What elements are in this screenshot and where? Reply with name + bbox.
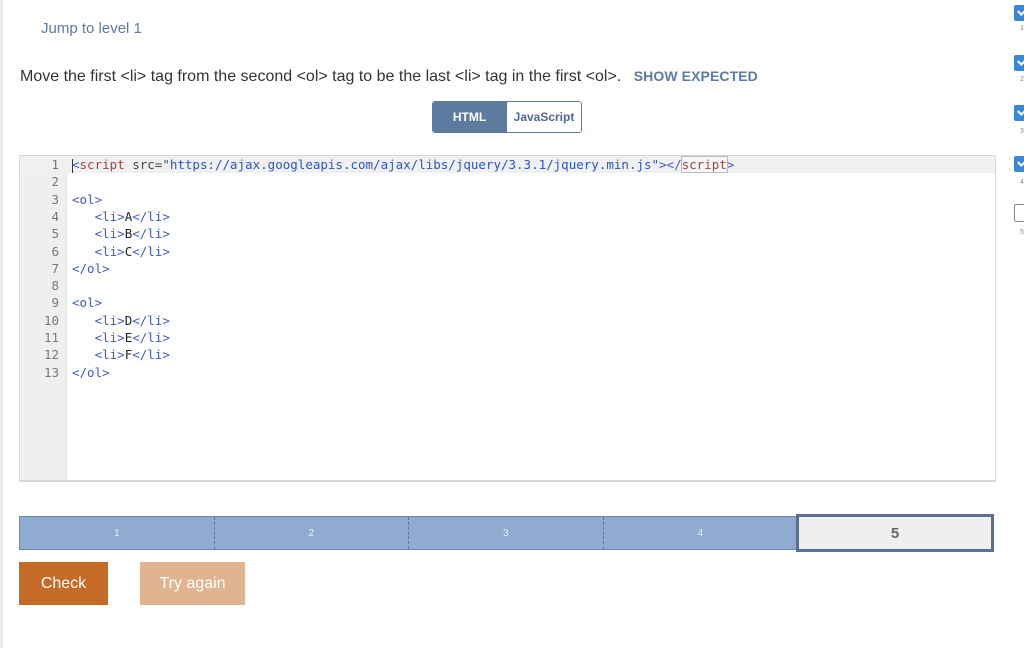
level-checkbox-checked-icon[interactable]	[1014, 5, 1024, 21]
level-number: 2	[1020, 76, 1024, 83]
current-level-segment[interactable]: 5	[796, 514, 994, 552]
code-editor[interactable]: 1 <script src="https://ajax.googleapis.c…	[19, 155, 996, 482]
code-line: 13 </ol>	[20, 364, 995, 381]
code-line: 11 <li>E</li>	[20, 329, 995, 346]
level-segment-2[interactable]: 2	[215, 517, 409, 549]
line-number: 3	[51, 191, 59, 207]
code-line: 3 <ol>	[20, 191, 995, 208]
script-src-value: "https://ajax.googleapis.com/ajax/libs/j…	[162, 157, 660, 172]
show-expected-link[interactable]: SHOW EXPECTED	[634, 68, 758, 84]
line-number: 6	[51, 243, 59, 259]
line-number: 12	[43, 347, 59, 363]
line-number: 4	[51, 208, 59, 224]
code-line: 2	[20, 173, 995, 190]
line-number: 13	[43, 364, 59, 380]
tab-javascript[interactable]: JavaScript	[506, 102, 581, 132]
level-number: 1	[1020, 25, 1024, 32]
level-checkbox-checked-icon[interactable]	[1014, 55, 1024, 71]
line-number: 8	[51, 278, 59, 294]
level-number: 5	[1020, 229, 1024, 236]
line-number: 10	[43, 312, 59, 328]
level-progress-bar: 1 2 3 4	[19, 516, 798, 550]
level-segment-4[interactable]: 4	[604, 517, 798, 549]
code-line: 9 <ol>	[20, 294, 995, 311]
code-line: 5 <li>B</li>	[20, 225, 995, 242]
language-tabs: HTML JavaScript	[432, 101, 582, 133]
code-line: 12 <li>F</li>	[20, 346, 995, 363]
jump-to-level-link[interactable]: Jump to level 1	[41, 20, 142, 37]
level-number: 4	[1020, 179, 1024, 186]
instructions: Move the first <li> tag from the second …	[20, 68, 758, 86]
line-number: 1	[51, 157, 59, 172]
code-line: 8	[20, 277, 995, 294]
level-segment-1[interactable]: 1	[20, 517, 215, 549]
code-line: 4 <li>A</li>	[20, 208, 995, 225]
try-again-button[interactable]: Try again	[140, 562, 245, 605]
line-number: 5	[51, 226, 59, 242]
level-segment-3[interactable]: 3	[409, 517, 604, 549]
code-line: 6 <li>C</li>	[20, 243, 995, 260]
check-button[interactable]: Check	[19, 562, 108, 605]
level-checkbox-checked-icon[interactable]	[1014, 105, 1024, 121]
line-number: 2	[51, 174, 59, 190]
tab-html[interactable]: HTML	[433, 102, 506, 132]
page-left-border	[0, 0, 3, 648]
code-line: 10 <li>D</li>	[20, 312, 995, 329]
level-number: 3	[1020, 128, 1024, 135]
line-number: 9	[51, 295, 59, 311]
line-number: 11	[43, 330, 59, 345]
code-line: 1 <script src="https://ajax.googleapis.c…	[20, 156, 995, 174]
line-number: 7	[51, 260, 59, 276]
level-checkbox-checked-icon[interactable]	[1014, 156, 1024, 172]
code-line: 7 </ol>	[20, 260, 995, 277]
level-checklist: 1 2 3 4 5	[1010, 0, 1024, 240]
level-checkbox-empty-icon[interactable]	[1014, 204, 1024, 222]
instruction-text: Move the first <li> tag from the second …	[20, 68, 622, 85]
